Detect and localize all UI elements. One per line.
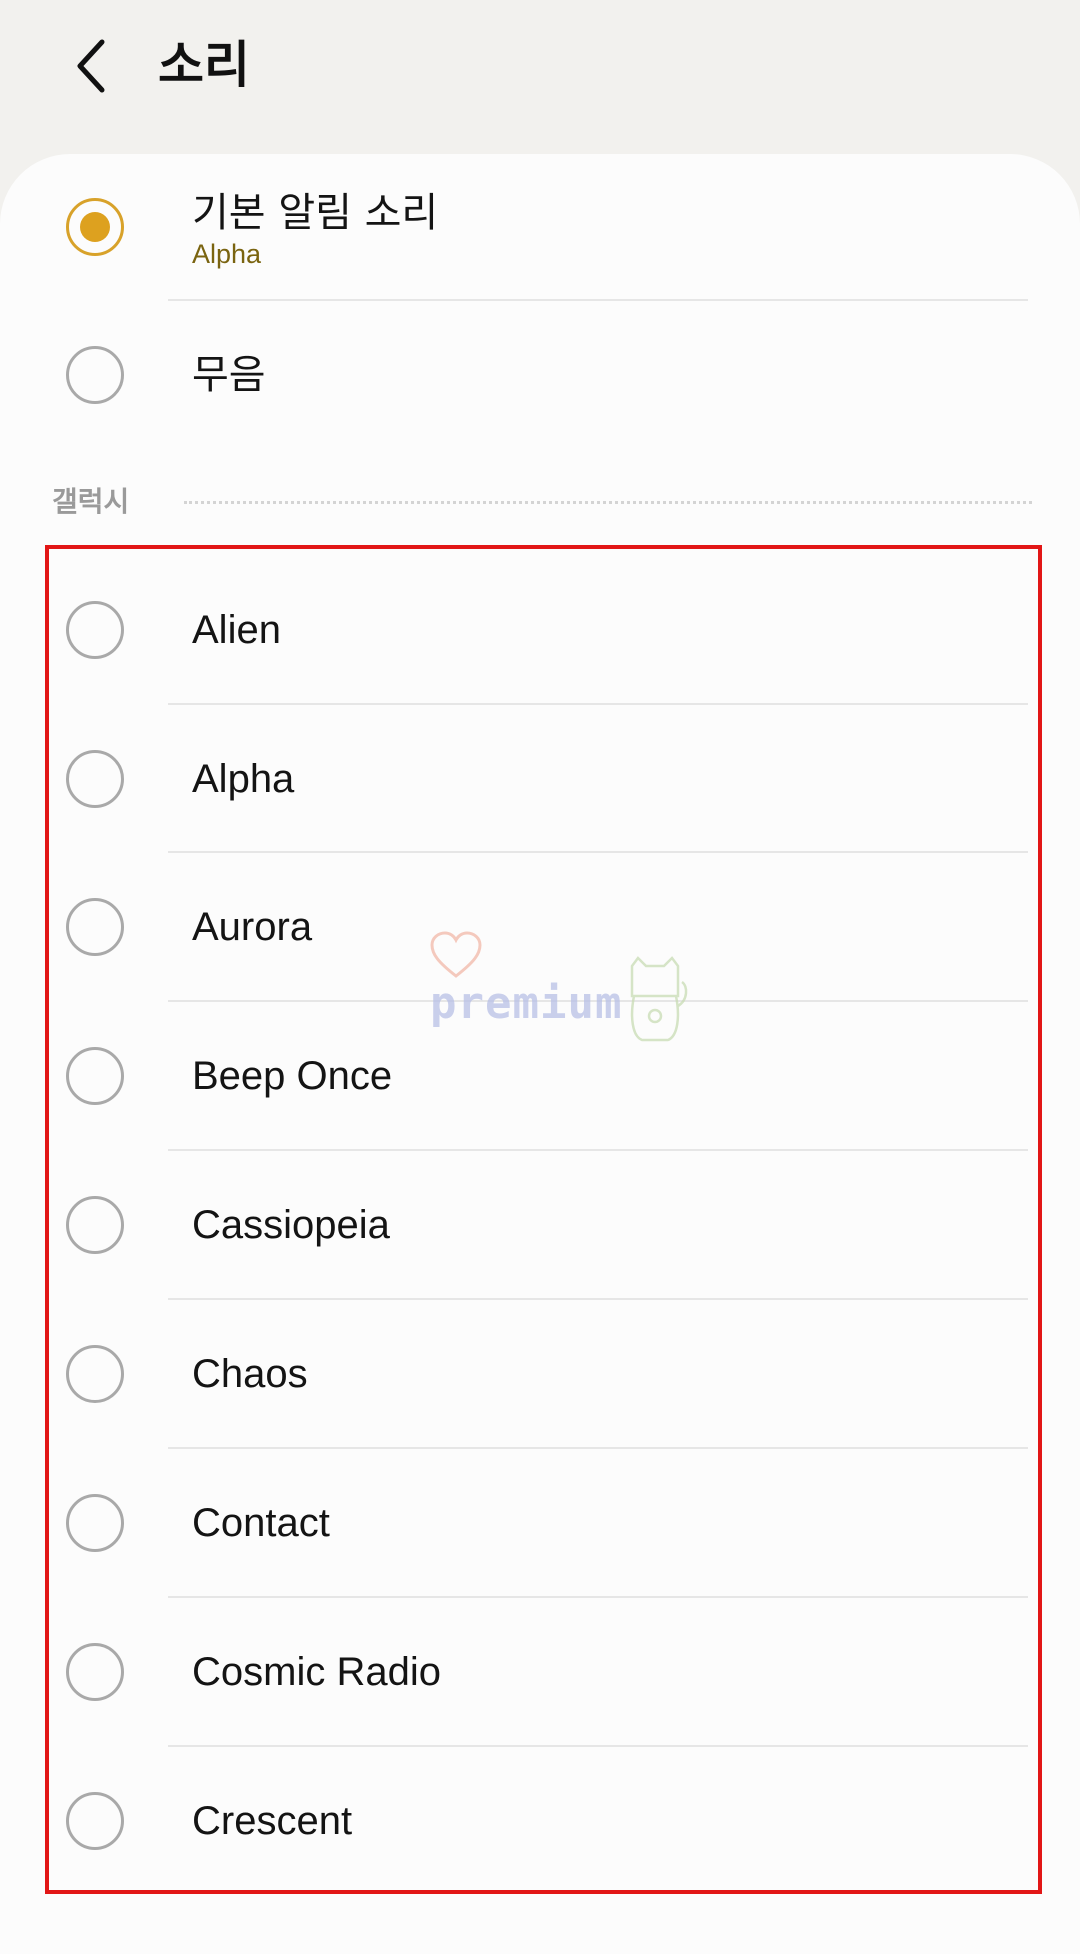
divider: [168, 1149, 1028, 1151]
dotted-divider: [184, 501, 1032, 504]
radio-button[interactable]: [66, 898, 124, 956]
sound-label: Cosmic Radio: [192, 1650, 441, 1694]
heart-icon: [430, 931, 482, 978]
sound-label: Aurora: [192, 905, 313, 949]
sound-item-alpha[interactable]: Alpha: [0, 706, 1080, 854]
sound-item-cassiopeia[interactable]: Cassiopeia: [0, 1152, 1080, 1300]
radio-button-selected[interactable]: [66, 198, 124, 256]
sound-label: Beep Once: [192, 1054, 393, 1098]
radio-button[interactable]: [66, 601, 124, 659]
sound-item-cosmic-radio[interactable]: Cosmic Radio: [0, 1599, 1080, 1747]
radio-button[interactable]: [66, 1345, 124, 1403]
watermark-text: premium: [430, 978, 623, 1029]
back-button[interactable]: [62, 26, 122, 106]
top-bar: 소리: [0, 0, 1080, 150]
sound-label: Alpha: [192, 757, 295, 801]
sound-label: Chaos: [192, 1352, 308, 1396]
sound-label: Contact: [192, 1501, 330, 1545]
divider: [168, 851, 1028, 853]
radio-button[interactable]: [66, 1196, 124, 1254]
divider: [168, 299, 1028, 301]
sound-label: Cassiopeia: [192, 1203, 390, 1247]
option-default-notification-sound[interactable]: 기본 알림 소리 Alpha: [0, 180, 1080, 300]
sound-item-crescent[interactable]: Crescent: [0, 1748, 1080, 1896]
divider: [168, 703, 1028, 705]
sound-label: Crescent: [192, 1799, 353, 1843]
option-label: 무음: [192, 352, 266, 398]
radio-button[interactable]: [66, 346, 124, 404]
sound-label: Alien: [192, 608, 281, 652]
chevron-left-icon: [77, 39, 105, 93]
option-label: 기본 알림 소리: [192, 190, 439, 236]
divider: [168, 1447, 1028, 1449]
radio-button[interactable]: [66, 750, 124, 808]
divider: [168, 1596, 1028, 1598]
option-silent[interactable]: 무음: [0, 310, 1080, 440]
radio-button[interactable]: [66, 1494, 124, 1552]
sound-item-alien[interactable]: Alien: [0, 557, 1080, 705]
divider: [168, 1745, 1028, 1747]
watermark: premium: [420, 930, 700, 1050]
option-sublabel: Alpha: [192, 239, 262, 269]
cat-icon: [630, 956, 688, 1042]
radio-button[interactable]: [66, 1643, 124, 1701]
sound-item-chaos[interactable]: Chaos: [0, 1301, 1080, 1449]
section-header-galaxy: 갤럭시: [52, 482, 1032, 522]
page-title: 소리: [158, 36, 250, 94]
sound-item-contact[interactable]: Contact: [0, 1450, 1080, 1598]
divider: [168, 1298, 1028, 1300]
section-title: 갤럭시: [52, 485, 130, 518]
radio-button[interactable]: [66, 1792, 124, 1850]
radio-button[interactable]: [66, 1047, 124, 1105]
